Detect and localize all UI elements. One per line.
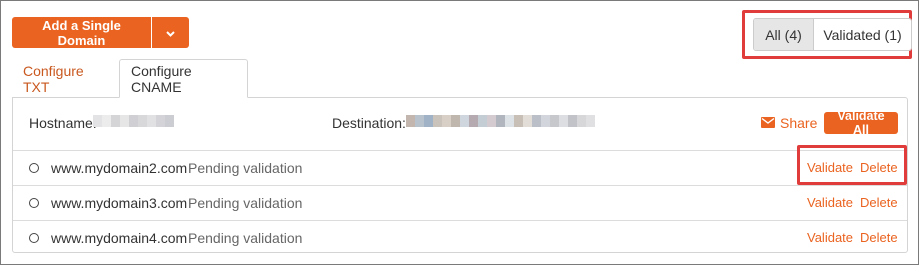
validate-link[interactable]: Validate (807, 195, 853, 210)
delete-link[interactable]: Delete (860, 195, 898, 210)
share-label: Share (780, 115, 818, 131)
validate-link[interactable]: Validate (807, 160, 853, 175)
config-tabs: Configure TXT Configure CNAME (12, 59, 248, 98)
cname-panel: Hostname: Destination: Share Validate Al… (12, 97, 908, 253)
validation-status: Pending validation (188, 230, 303, 246)
tab-configure-txt[interactable]: Configure TXT (12, 59, 119, 98)
add-domain-dropdown-button[interactable] (152, 17, 189, 48)
domain-row: www.mydomain3.com Pending validation Val… (13, 186, 907, 221)
row-select-radio[interactable] (29, 233, 39, 243)
panel-header: Hostname: Destination: Share Validate Al… (13, 98, 907, 151)
filter-toggle-group: All (4) Validated (1) (753, 18, 912, 51)
filter-all-button[interactable]: All (4) (754, 19, 814, 50)
row-select-radio[interactable] (29, 198, 39, 208)
destination-label: Destination: (332, 115, 406, 131)
domain-name: www.mydomain4.com (51, 230, 188, 246)
add-single-domain-button[interactable]: Add a Single Domain (12, 17, 151, 48)
domain-name: www.mydomain3.com (51, 195, 188, 211)
domain-row: www.mydomain2.com Pending validation Val… (13, 151, 907, 186)
validation-status: Pending validation (188, 160, 303, 176)
app-frame: Add a Single Domain All (4) Validated (1… (0, 0, 919, 265)
share-link[interactable]: Share (761, 115, 817, 131)
domain-row: www.mydomain4.com Pending validation Val… (13, 221, 907, 256)
validation-status: Pending validation (188, 195, 303, 211)
hostname-label: Hostname: (29, 115, 97, 131)
envelope-icon (761, 115, 780, 131)
tab-configure-cname[interactable]: Configure CNAME (119, 59, 248, 98)
chevron-down-icon (166, 25, 175, 40)
delete-link[interactable]: Delete (860, 160, 898, 175)
filter-validated-button[interactable]: Validated (1) (814, 19, 911, 50)
row-select-radio[interactable] (29, 163, 39, 173)
hostname-redacted-value (93, 115, 174, 127)
destination-redacted-value (406, 115, 595, 127)
validate-all-button[interactable]: Validate All (824, 109, 898, 137)
delete-link[interactable]: Delete (860, 230, 898, 245)
domain-name: www.mydomain2.com (51, 160, 188, 176)
add-domain-split-button: Add a Single Domain (12, 17, 189, 48)
validate-link[interactable]: Validate (807, 230, 853, 245)
